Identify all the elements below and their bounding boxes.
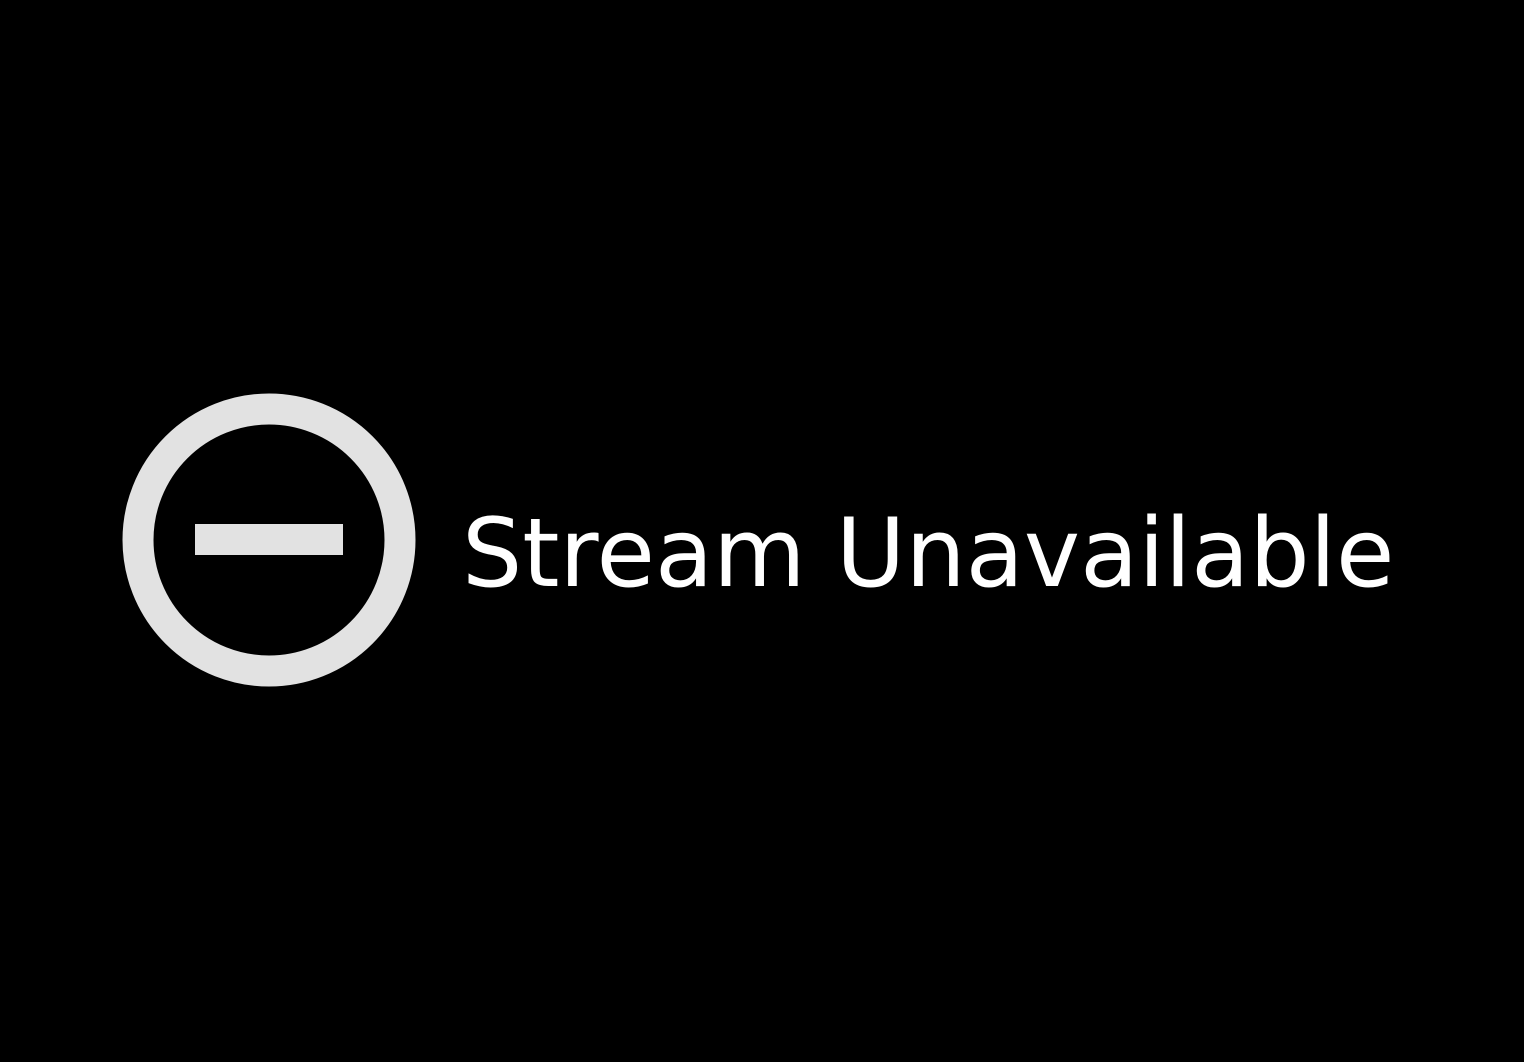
stream-unavailable-message: Stream Unavailable [462, 498, 1395, 609]
stream-unavailable-screen: Stream Unavailable [0, 0, 1524, 1062]
stream-status: Stream Unavailable [122, 393, 1394, 687]
blocked-icon [122, 393, 416, 687]
